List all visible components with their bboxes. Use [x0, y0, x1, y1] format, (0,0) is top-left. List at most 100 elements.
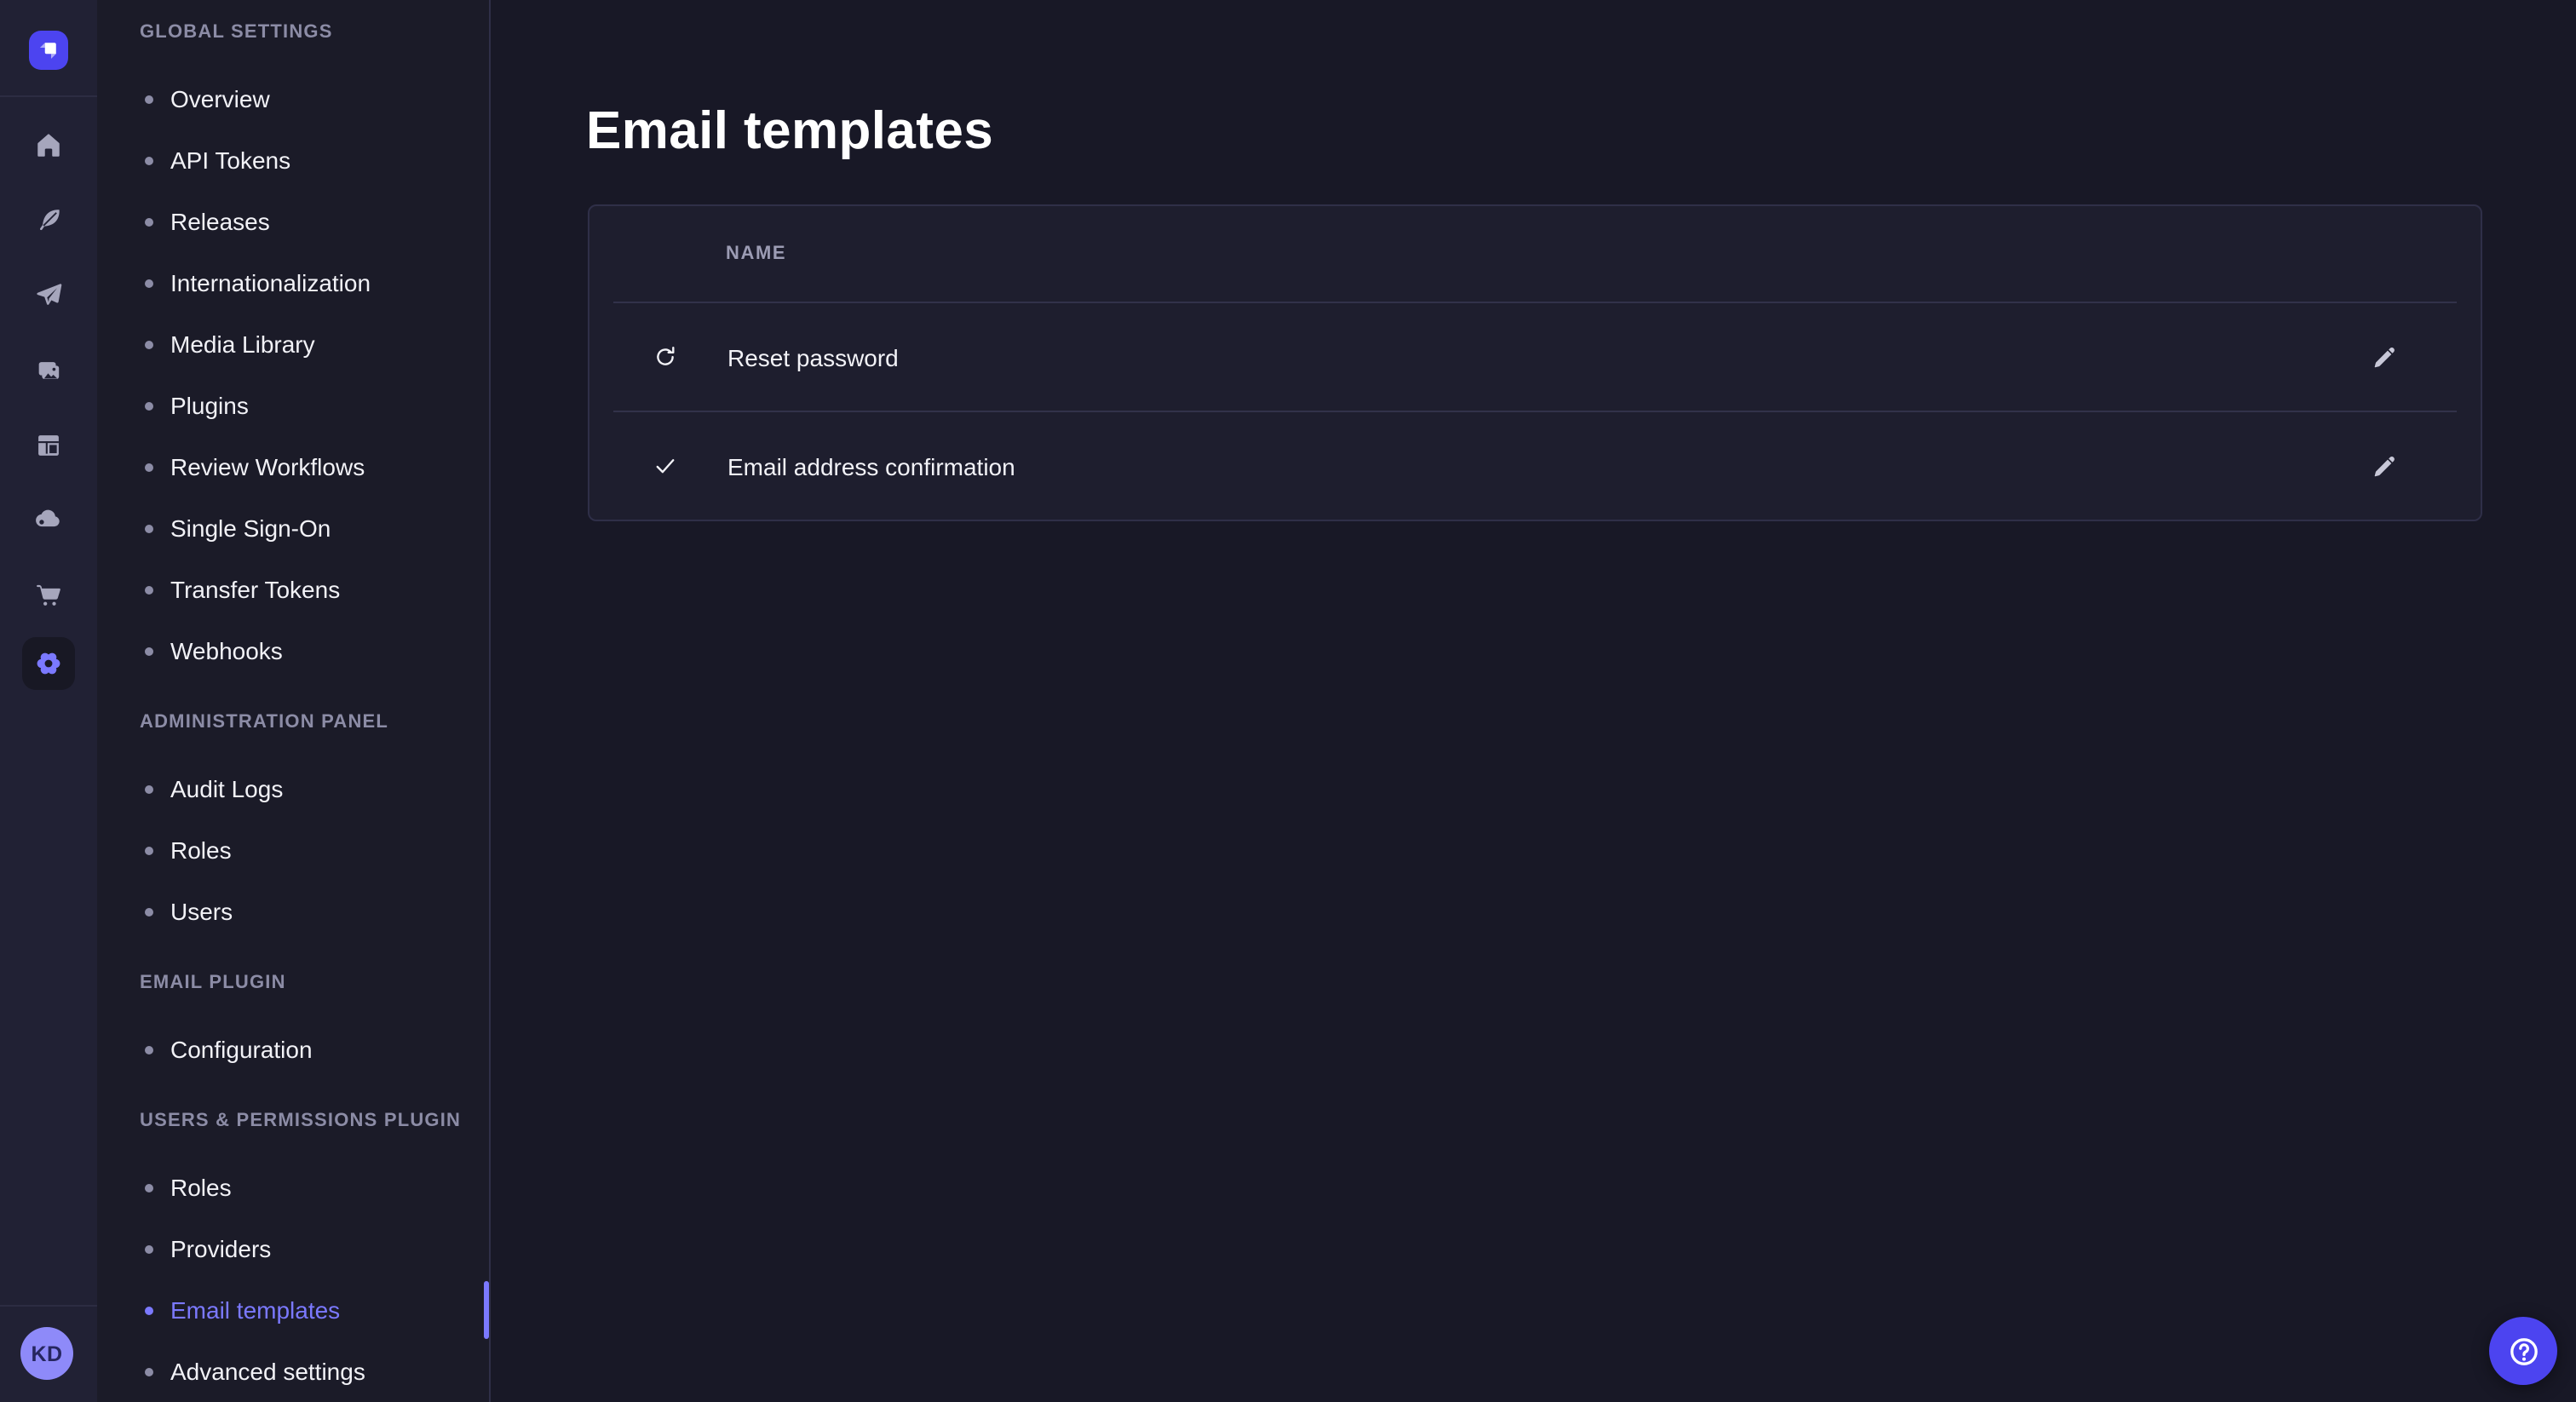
- subnav-item-label: Transfer Tokens: [170, 576, 340, 603]
- bullet-icon: [145, 217, 153, 226]
- bullet-icon: [145, 340, 153, 348]
- edit-template-button[interactable]: [2360, 334, 2406, 380]
- subnav-item-users[interactable]: Users: [97, 881, 489, 942]
- bullet-icon: [145, 1045, 153, 1054]
- template-name: Email address confirmation: [727, 452, 1015, 480]
- subnav-section: EMAIL PLUGIN Configuration: [97, 964, 489, 1080]
- template-name: Reset password: [727, 343, 899, 371]
- subnav-item-label: API Tokens: [170, 147, 290, 174]
- help-button[interactable]: [2489, 1317, 2557, 1385]
- pencil-icon: [2369, 452, 2396, 480]
- question-icon: [2505, 1333, 2541, 1369]
- bullet-icon: [145, 1367, 153, 1376]
- page-title: Email templates: [586, 101, 993, 162]
- app-window: KD GLOBAL SETTINGS Overview API Tokens Rele…: [0, 0, 2576, 1402]
- paper-plane-nav-button[interactable]: [22, 268, 75, 321]
- subnav-item-label: Roles: [170, 836, 232, 864]
- bullet-icon: [145, 279, 153, 287]
- bullet-icon: [145, 1244, 153, 1253]
- table-row[interactable]: Email address confirmation: [589, 412, 2481, 520]
- subnav-item-plugins[interactable]: Plugins: [97, 375, 489, 436]
- cart-icon: [34, 580, 63, 609]
- home-icon: [34, 130, 63, 159]
- pictures-icon: [34, 355, 63, 384]
- subnav-section: USERS & PERMISSIONS PLUGIN Roles Providers…: [97, 1102, 489, 1402]
- subnav-item-roles[interactable]: Roles: [97, 819, 489, 881]
- table-header-name: NAME: [589, 206, 2481, 302]
- email-templates-table: NAME Reset password Email address confirm…: [588, 204, 2482, 521]
- subnav-section-header: ADMINISTRATION PANEL: [97, 704, 489, 741]
- home-nav-button[interactable]: [22, 118, 75, 171]
- subnav-item-advanced-settings[interactable]: Advanced settings: [97, 1341, 489, 1402]
- bullet-icon: [145, 401, 153, 410]
- rail-divider: [0, 1305, 97, 1307]
- bullet-icon: [145, 1183, 153, 1192]
- feather-icon: [34, 205, 63, 234]
- subnav-item-transfer-tokens[interactable]: Transfer Tokens: [97, 559, 489, 620]
- subnav-item-label: Review Workflows: [170, 453, 365, 480]
- subnav-section-header: GLOBAL SETTINGS: [97, 14, 489, 51]
- layout-nav-button[interactable]: [22, 418, 75, 471]
- subnav-item-review-workflows[interactable]: Review Workflows: [97, 436, 489, 497]
- bullet-icon: [145, 1306, 153, 1314]
- subnav-item-email-templates[interactable]: Email templates: [97, 1279, 489, 1341]
- subnav-section-header: EMAIL PLUGIN: [97, 964, 489, 1002]
- subnav-item-label: Media Library: [170, 330, 315, 358]
- pencil-icon: [2369, 343, 2396, 371]
- subnav-item-label: Advanced settings: [170, 1358, 365, 1385]
- bullet-icon: [145, 585, 153, 594]
- subnav-item-internationalization[interactable]: Internationalization: [97, 252, 489, 313]
- subnav-item-label: Single Sign-On: [170, 514, 331, 542]
- layout-icon: [34, 430, 63, 459]
- subnav-item-label: Internationalization: [170, 269, 371, 296]
- subnav-item-label: Audit Logs: [170, 775, 283, 802]
- feather-nav-button[interactable]: [22, 193, 75, 246]
- bullet-icon: [145, 524, 153, 532]
- main-nav-rail: KD: [0, 0, 97, 1402]
- subnav-item-roles[interactable]: Roles: [97, 1157, 489, 1218]
- paper-plane-icon: [34, 280, 63, 309]
- table-row[interactable]: Reset password: [589, 303, 2481, 411]
- check-icon: [653, 453, 678, 479]
- subnav-item-api-tokens[interactable]: API Tokens: [97, 129, 489, 191]
- subnav-item-audit-logs[interactable]: Audit Logs: [97, 758, 489, 819]
- cloud-icon: [34, 503, 63, 532]
- subnav-item-media-library[interactable]: Media Library: [97, 313, 489, 375]
- subnav-item-label: Webhooks: [170, 637, 283, 664]
- subnav-item-label: Configuration: [170, 1036, 313, 1063]
- subnav-item-webhooks[interactable]: Webhooks: [97, 620, 489, 681]
- avatar[interactable]: KD: [20, 1327, 73, 1380]
- strapi-logo-button[interactable]: [29, 31, 68, 70]
- subnav-item-label: Email templates: [170, 1296, 340, 1324]
- subnav-item-single-sign-on[interactable]: Single Sign-On: [97, 497, 489, 559]
- cloud-nav-button[interactable]: [22, 491, 75, 544]
- gear-icon: [32, 646, 65, 679]
- refresh-icon: [653, 344, 678, 370]
- subnav-item-label: Plugins: [170, 392, 249, 419]
- subnav-section: ADMINISTRATION PANEL Audit Logs Roles Users: [97, 704, 489, 942]
- pictures-nav-button[interactable]: [22, 343, 75, 396]
- subnav-section-header: USERS & PERMISSIONS PLUGIN: [97, 1102, 489, 1140]
- subnav-item-label: Roles: [170, 1174, 232, 1201]
- bullet-icon: [145, 463, 153, 471]
- subnav-item-overview[interactable]: Overview: [97, 68, 489, 129]
- settings-subnav: GLOBAL SETTINGS Overview API Tokens Release…: [97, 0, 491, 1402]
- subnav-item-label: Releases: [170, 208, 270, 235]
- rail-divider: [0, 95, 97, 97]
- subnav-item-label: Overview: [170, 85, 270, 112]
- edit-template-button[interactable]: [2360, 443, 2406, 489]
- bullet-icon: [145, 156, 153, 164]
- strapi-logo-icon: [34, 36, 63, 65]
- subnav-item-label: Users: [170, 898, 233, 925]
- subnav-section: GLOBAL SETTINGS Overview API Tokens Release…: [97, 14, 489, 681]
- cart-nav-button[interactable]: [22, 568, 75, 621]
- bullet-icon: [145, 784, 153, 793]
- bullet-icon: [145, 907, 153, 916]
- bullet-icon: [145, 95, 153, 103]
- subnav-item-label: Providers: [170, 1235, 271, 1262]
- gear-nav-button[interactable]: [22, 636, 75, 689]
- subnav-item-releases[interactable]: Releases: [97, 191, 489, 252]
- subnav-item-providers[interactable]: Providers: [97, 1218, 489, 1279]
- bullet-icon: [145, 846, 153, 854]
- subnav-item-configuration[interactable]: Configuration: [97, 1019, 489, 1080]
